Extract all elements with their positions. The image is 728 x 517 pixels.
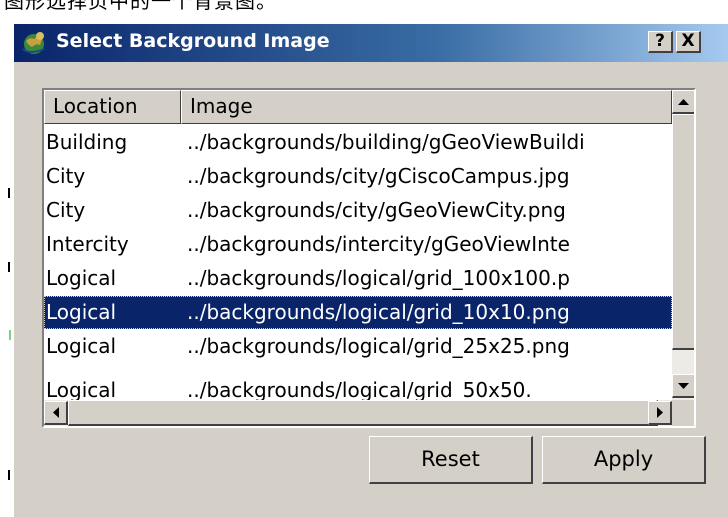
background-text-strip: 图形选择页中的一个背景图。 [0,0,728,14]
image-cell: ../backgrounds/logical/grid_50x50. [187,378,532,400]
apply-button[interactable]: Apply [542,436,706,484]
select-background-dialog: Select Background Image ? X Location Ima… [14,24,728,517]
reset-button[interactable]: Reset [369,436,533,484]
list-rows: Building ../backgrounds/building/gGeoVie… [44,126,672,400]
location-cell: Logical [46,378,117,400]
arrow-down-icon [678,383,689,389]
list-row[interactable]: Logical ../backgrounds/logical/grid_25x2… [44,330,672,363]
list-row[interactable]: City ../backgrounds/city/gGeoViewCity.pn… [44,194,672,227]
image-cell: ../backgrounds/intercity/gGeoViewInte [187,232,570,256]
scroll-left-button[interactable] [44,401,68,425]
title-bar[interactable]: Select Background Image ? X [14,24,728,62]
horizontal-scrollbar[interactable] [44,400,672,426]
arrow-left-icon [53,407,59,418]
list-row[interactable]: City ../backgrounds/city/gCiscoCampus.jp… [44,160,672,193]
list-row[interactable]: Intercity ../backgrounds/intercity/gGeoV… [44,228,672,261]
location-cell: City [46,164,86,188]
image-cell: ../backgrounds/city/gGeoViewCity.png [187,198,566,222]
globe-app-icon [22,32,45,54]
location-cell: Intercity [46,232,129,256]
background-edge [0,0,14,517]
image-cell: ../backgrounds/building/gGeoViewBuildi [187,130,585,154]
image-cell: ../backgrounds/logical/grid_10x10.png [187,300,570,324]
vertical-scrollbar[interactable] [672,90,694,400]
list-row[interactable]: Building ../backgrounds/building/gGeoVie… [44,126,672,159]
location-cell: Logical [46,334,117,358]
background-image-list[interactable]: Location Image Building ../backgrounds/b… [42,88,696,428]
arrow-right-icon [657,407,663,418]
close-button[interactable]: X [676,31,701,53]
location-cell: Logical [46,300,117,324]
scrollbar-corner [672,400,694,426]
list-row-selected[interactable]: Logical ../backgrounds/logical/grid_10x1… [44,296,672,329]
help-button[interactable]: ? [648,31,673,53]
location-cell: Building [46,130,128,154]
list-row[interactable]: Logical ../backgrounds/logical/grid_50x5… [44,374,672,400]
background-text: 图形选择页中的一个背景图。 [4,0,277,13]
image-cell: ../backgrounds/logical/grid_25x25.png [187,334,570,358]
dialog-title: Select Background Image [56,30,330,52]
image-cell: ../backgrounds/logical/grid_100x100.p [187,266,570,290]
vertical-scroll-thumb[interactable] [672,114,694,350]
scroll-up-button[interactable] [672,90,694,114]
scroll-down-button[interactable] [672,374,694,398]
image-cell: ../backgrounds/city/gCiscoCampus.jpg [187,164,570,188]
scroll-right-button[interactable] [648,401,672,425]
list-row[interactable]: Logical ../backgrounds/logical/grid_100x… [44,262,672,295]
list-header: Location Image [44,90,672,124]
column-header-location[interactable]: Location [44,90,181,124]
column-header-image[interactable]: Image [181,90,672,124]
arrow-up-icon [678,99,689,105]
location-cell: City [46,198,86,222]
horizontal-scroll-thumb[interactable] [68,400,658,426]
location-cell: Logical [46,266,117,290]
